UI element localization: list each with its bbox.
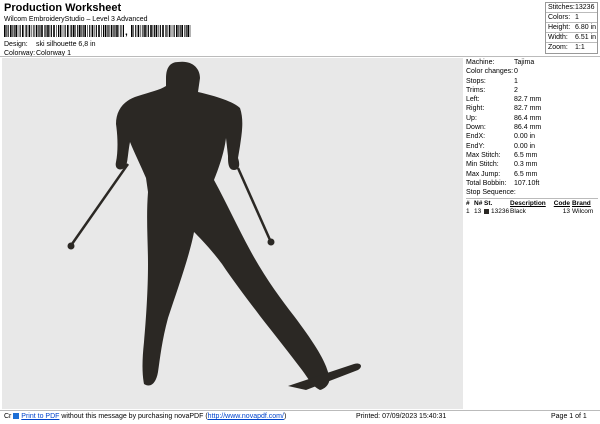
footer-notice: Cr Print to PDF without this message by … <box>4 413 287 420</box>
info-row: Trims: 2 <box>466 86 518 94</box>
barcode-image <box>4 25 124 37</box>
info-row: Max Jump: 6.5 mm <box>466 170 538 178</box>
stop-sequence-label: Stop Sequence: <box>466 189 516 197</box>
left-pole-basket <box>67 242 75 250</box>
info-row: Up: 86.4 mm <box>466 114 542 122</box>
info-row: Machine: Tajima <box>466 59 535 66</box>
design-preview <box>2 58 463 409</box>
info-row: Color changes: 0 <box>466 68 518 76</box>
design-label: Design: <box>4 41 28 48</box>
stats-row: Colors: 1 <box>546 13 597 23</box>
worksheet-page: Production Worksheet Wilcom EmbroiderySt… <box>0 0 600 424</box>
thread-color-swatch <box>484 209 489 215</box>
skier-body <box>115 61 330 391</box>
stop-sequence-header: # N# St. Description Code Brand <box>466 198 598 207</box>
software-subtitle: Wilcom EmbroideryStudio – Level 3 Advanc… <box>4 16 148 23</box>
stop-sequence-row: 1 13 13236 Black 13 Wilcom <box>466 207 594 216</box>
stats-row: Stitches: 13236 <box>546 3 597 13</box>
info-row: Total Bobbin: 107.10ft <box>466 179 540 187</box>
barcode-image-2 <box>131 25 191 37</box>
novapdf-url-link[interactable]: http://www.novapdf.com/ <box>208 413 284 420</box>
info-row: EndX: 0.00 in <box>466 133 536 141</box>
info-row: Stops: 1 <box>466 77 518 85</box>
info-row: Left: 82.7 mm <box>466 96 542 104</box>
skier-silhouette-image <box>67 61 361 391</box>
page-title: Production Worksheet <box>4 2 122 14</box>
machine-info-panel: Machine: Tajima Color changes: 0 Stops: 1 T… <box>466 58 598 216</box>
design-value: ski silhouette 6,8 in <box>36 41 96 48</box>
info-row: Min Stitch: 0.3 mm <box>466 161 538 169</box>
info-row: Right: 82.7 mm <box>466 105 542 113</box>
right-pole-basket <box>267 238 275 246</box>
novapdf-icon <box>13 413 20 420</box>
page-number: Page 1 of 1 <box>551 413 587 420</box>
print-to-pdf-link[interactable]: Print to PDF <box>21 413 59 420</box>
barcode-separator: , <box>125 27 128 38</box>
info-row: EndY: 0.00 in <box>466 142 536 150</box>
thread-cell: 13236 <box>484 207 510 216</box>
stats-row: Height: 6.80 in <box>546 24 597 33</box>
right-ski-pole <box>236 167 272 241</box>
stats-table: Stitches: 13236 Colors: 1 Height: 6.80 in W… <box>545 2 598 54</box>
header-divider <box>0 56 600 57</box>
stats-row: Zoom: 1:1 <box>548 44 585 51</box>
info-row: Down: 86.4 mm <box>466 124 542 132</box>
left-ski-pole <box>70 163 130 245</box>
info-row: Max Stitch: 6.5 mm <box>466 151 538 159</box>
page-footer: Cr Print to PDF without this message by … <box>0 410 600 424</box>
printed-timestamp: Printed: 07/09/2023 15:40:31 <box>356 413 447 420</box>
stats-row: Width: 6.51 in <box>546 34 597 43</box>
design-row: Design: ski silhouette 6,8 in <box>4 41 96 48</box>
